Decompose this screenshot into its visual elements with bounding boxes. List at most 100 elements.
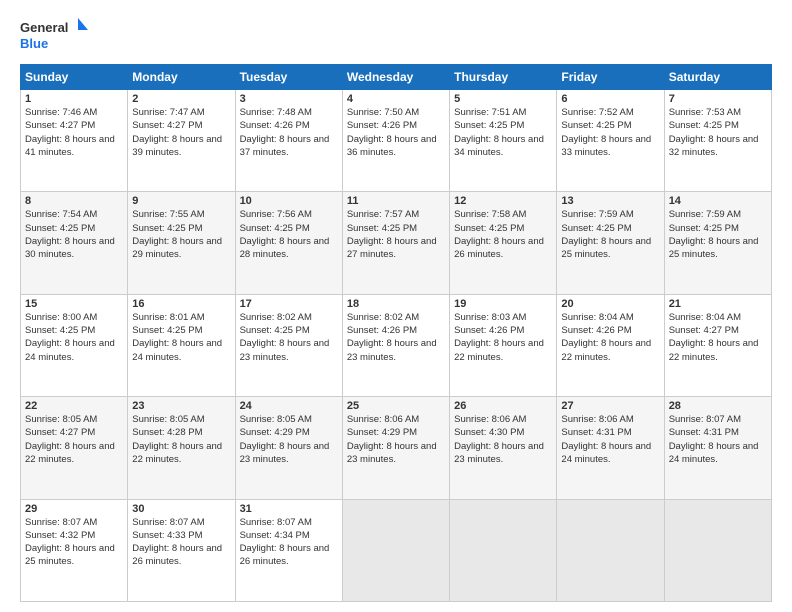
day-cell: 10 Sunrise: 7:56 AM Sunset: 4:25 PM Dayl…: [235, 192, 342, 294]
sunset-label: Sunset: 4:25 PM: [132, 223, 202, 234]
day-number: 17: [240, 298, 338, 310]
sunrise-label: Sunrise: 8:07 AM: [240, 517, 312, 528]
day-number: 2: [132, 93, 230, 105]
day-cell: 9 Sunrise: 7:55 AM Sunset: 4:25 PM Dayli…: [128, 192, 235, 294]
daylight-label: Daylight: 8 hours and 23 minutes.: [454, 441, 544, 465]
day-info: Sunrise: 7:59 AM Sunset: 4:25 PM Dayligh…: [561, 208, 659, 261]
daylight-label: Daylight: 8 hours and 25 minutes.: [25, 543, 115, 567]
sunset-label: Sunset: 4:31 PM: [669, 427, 739, 438]
daylight-label: Daylight: 8 hours and 22 minutes.: [669, 338, 759, 362]
sunset-label: Sunset: 4:26 PM: [347, 120, 417, 131]
day-info: Sunrise: 8:01 AM Sunset: 4:25 PM Dayligh…: [132, 311, 230, 364]
day-cell: [450, 499, 557, 601]
day-number: 21: [669, 298, 767, 310]
sunrise-label: Sunrise: 8:02 AM: [240, 312, 312, 323]
sunrise-label: Sunrise: 8:07 AM: [25, 517, 97, 528]
logo: General Blue: [20, 16, 90, 56]
sunrise-label: Sunrise: 7:58 AM: [454, 209, 526, 220]
sunset-label: Sunset: 4:26 PM: [347, 325, 417, 336]
sunrise-label: Sunrise: 7:47 AM: [132, 107, 204, 118]
daylight-label: Daylight: 8 hours and 36 minutes.: [347, 134, 437, 158]
page: General Blue SundayMondayTuesdayWednesda…: [0, 0, 792, 612]
daylight-label: Daylight: 8 hours and 24 minutes.: [132, 338, 222, 362]
day-cell: 29 Sunrise: 8:07 AM Sunset: 4:32 PM Dayl…: [21, 499, 128, 601]
day-cell: 23 Sunrise: 8:05 AM Sunset: 4:28 PM Dayl…: [128, 397, 235, 499]
sunset-label: Sunset: 4:28 PM: [132, 427, 202, 438]
sunrise-label: Sunrise: 8:04 AM: [669, 312, 741, 323]
day-number: 13: [561, 195, 659, 207]
week-row-4: 29 Sunrise: 8:07 AM Sunset: 4:32 PM Dayl…: [21, 499, 772, 601]
day-number: 3: [240, 93, 338, 105]
day-cell: 28 Sunrise: 8:07 AM Sunset: 4:31 PM Dayl…: [664, 397, 771, 499]
sunrise-label: Sunrise: 7:56 AM: [240, 209, 312, 220]
day-number: 12: [454, 195, 552, 207]
day-number: 1: [25, 93, 123, 105]
week-row-2: 15 Sunrise: 8:00 AM Sunset: 4:25 PM Dayl…: [21, 294, 772, 396]
header: General Blue: [20, 16, 772, 56]
day-number: 30: [132, 503, 230, 515]
day-number: 24: [240, 400, 338, 412]
day-number: 6: [561, 93, 659, 105]
day-info: Sunrise: 8:03 AM Sunset: 4:26 PM Dayligh…: [454, 311, 552, 364]
day-cell: 11 Sunrise: 7:57 AM Sunset: 4:25 PM Dayl…: [342, 192, 449, 294]
sunrise-label: Sunrise: 7:53 AM: [669, 107, 741, 118]
header-cell-thursday: Thursday: [450, 65, 557, 90]
daylight-label: Daylight: 8 hours and 32 minutes.: [669, 134, 759, 158]
sunrise-label: Sunrise: 8:03 AM: [454, 312, 526, 323]
sunrise-label: Sunrise: 7:57 AM: [347, 209, 419, 220]
sunset-label: Sunset: 4:25 PM: [454, 223, 524, 234]
header-cell-saturday: Saturday: [664, 65, 771, 90]
day-info: Sunrise: 8:07 AM Sunset: 4:31 PM Dayligh…: [669, 413, 767, 466]
sunrise-label: Sunrise: 7:54 AM: [25, 209, 97, 220]
sunset-label: Sunset: 4:25 PM: [25, 223, 95, 234]
sunset-label: Sunset: 4:25 PM: [669, 223, 739, 234]
sunset-label: Sunset: 4:26 PM: [454, 325, 524, 336]
day-cell: 8 Sunrise: 7:54 AM Sunset: 4:25 PM Dayli…: [21, 192, 128, 294]
sunset-label: Sunset: 4:27 PM: [25, 120, 95, 131]
day-cell: 19 Sunrise: 8:03 AM Sunset: 4:26 PM Dayl…: [450, 294, 557, 396]
day-info: Sunrise: 8:05 AM Sunset: 4:29 PM Dayligh…: [240, 413, 338, 466]
day-info: Sunrise: 7:59 AM Sunset: 4:25 PM Dayligh…: [669, 208, 767, 261]
day-cell: [664, 499, 771, 601]
day-cell: 6 Sunrise: 7:52 AM Sunset: 4:25 PM Dayli…: [557, 90, 664, 192]
day-info: Sunrise: 8:00 AM Sunset: 4:25 PM Dayligh…: [25, 311, 123, 364]
day-cell: 27 Sunrise: 8:06 AM Sunset: 4:31 PM Dayl…: [557, 397, 664, 499]
day-cell: 24 Sunrise: 8:05 AM Sunset: 4:29 PM Dayl…: [235, 397, 342, 499]
daylight-label: Daylight: 8 hours and 23 minutes.: [347, 338, 437, 362]
day-info: Sunrise: 8:06 AM Sunset: 4:31 PM Dayligh…: [561, 413, 659, 466]
day-cell: 30 Sunrise: 8:07 AM Sunset: 4:33 PM Dayl…: [128, 499, 235, 601]
day-info: Sunrise: 8:07 AM Sunset: 4:32 PM Dayligh…: [25, 516, 123, 569]
day-cell: [557, 499, 664, 601]
sunset-label: Sunset: 4:32 PM: [25, 530, 95, 541]
daylight-label: Daylight: 8 hours and 22 minutes.: [561, 338, 651, 362]
day-cell: 14 Sunrise: 7:59 AM Sunset: 4:25 PM Dayl…: [664, 192, 771, 294]
daylight-label: Daylight: 8 hours and 27 minutes.: [347, 236, 437, 260]
sunset-label: Sunset: 4:26 PM: [561, 325, 631, 336]
header-cell-tuesday: Tuesday: [235, 65, 342, 90]
sunrise-label: Sunrise: 7:51 AM: [454, 107, 526, 118]
day-number: 22: [25, 400, 123, 412]
daylight-label: Daylight: 8 hours and 39 minutes.: [132, 134, 222, 158]
sunrise-label: Sunrise: 8:06 AM: [347, 414, 419, 425]
daylight-label: Daylight: 8 hours and 34 minutes.: [454, 134, 544, 158]
day-number: 29: [25, 503, 123, 515]
day-cell: [342, 499, 449, 601]
sunrise-label: Sunrise: 7:46 AM: [25, 107, 97, 118]
daylight-label: Daylight: 8 hours and 33 minutes.: [561, 134, 651, 158]
sunset-label: Sunset: 4:26 PM: [240, 120, 310, 131]
day-number: 4: [347, 93, 445, 105]
daylight-label: Daylight: 8 hours and 25 minutes.: [561, 236, 651, 260]
day-cell: 5 Sunrise: 7:51 AM Sunset: 4:25 PM Dayli…: [450, 90, 557, 192]
sunrise-label: Sunrise: 7:52 AM: [561, 107, 633, 118]
day-cell: 3 Sunrise: 7:48 AM Sunset: 4:26 PM Dayli…: [235, 90, 342, 192]
day-info: Sunrise: 7:57 AM Sunset: 4:25 PM Dayligh…: [347, 208, 445, 261]
sunrise-label: Sunrise: 7:48 AM: [240, 107, 312, 118]
sunset-label: Sunset: 4:34 PM: [240, 530, 310, 541]
header-cell-sunday: Sunday: [21, 65, 128, 90]
sunrise-label: Sunrise: 8:07 AM: [669, 414, 741, 425]
day-cell: 17 Sunrise: 8:02 AM Sunset: 4:25 PM Dayl…: [235, 294, 342, 396]
svg-text:Blue: Blue: [20, 36, 48, 51]
sunset-label: Sunset: 4:25 PM: [240, 223, 310, 234]
day-number: 25: [347, 400, 445, 412]
day-number: 15: [25, 298, 123, 310]
